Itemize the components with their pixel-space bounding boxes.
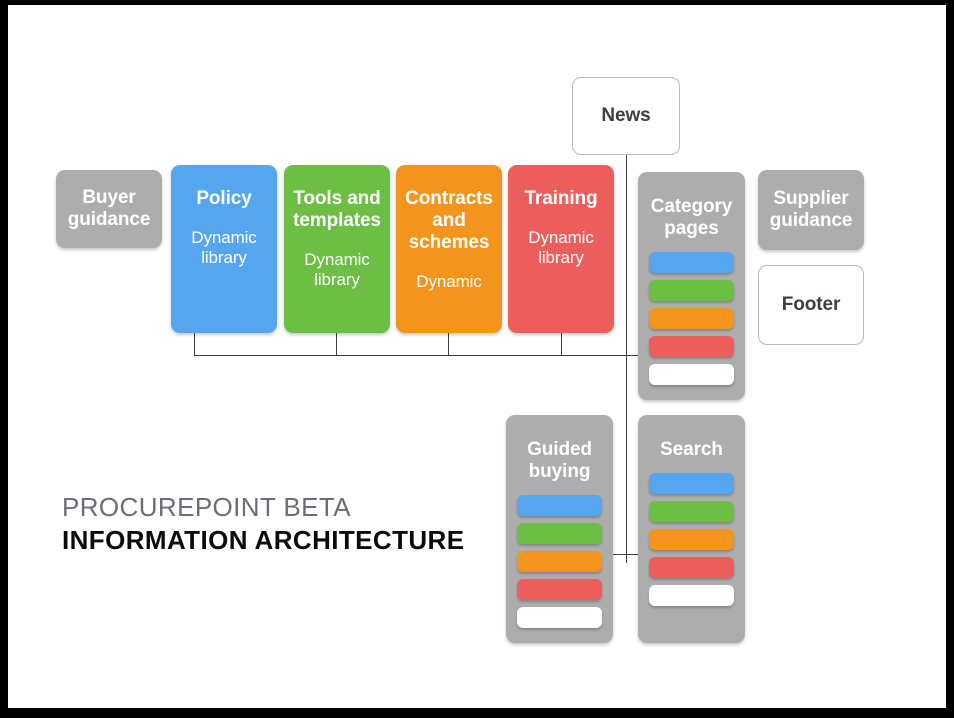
node-training-subtitle: Dynamic library (528, 228, 594, 267)
heading-line-1: PROCUREPOINT BETA (62, 492, 351, 522)
node-search[interactable]: Search (638, 415, 745, 643)
node-buyer-guidance[interactable]: Buyer guidance (56, 170, 162, 248)
category-bar-blue[interactable] (649, 252, 734, 274)
node-tools-and-templates[interactable]: Tools and templates Dynamic library (284, 165, 390, 333)
node-news[interactable]: News (572, 77, 680, 155)
node-tools-and-templates-title: Tools and templates (293, 188, 381, 232)
node-supplier-guidance[interactable]: Supplier guidance (758, 170, 864, 250)
search-bar-blue[interactable] (649, 473, 734, 495)
node-footer[interactable]: Footer (758, 265, 864, 345)
connector-top-bus (194, 355, 628, 356)
node-contracts-and-schemes-subtitle: Dynamic (416, 272, 482, 292)
category-bar-white[interactable] (649, 364, 734, 386)
connector-drop-contracts (448, 333, 449, 355)
search-bar-orange[interactable] (649, 529, 734, 551)
heading-line-2: INFORMATION ARCHITECTURE (62, 525, 465, 556)
node-policy-subtitle: Dynamic library (191, 228, 257, 267)
node-category-pages[interactable]: Category pages (638, 172, 745, 400)
node-tools-and-templates-subtitle: Dynamic library (304, 250, 370, 289)
node-contracts-and-schemes-title: Contracts and schemes (405, 188, 493, 254)
node-buyer-guidance-title: Buyer guidance (67, 186, 151, 230)
search-bar-white[interactable] (649, 585, 734, 607)
node-search-title: Search (660, 439, 723, 460)
search-bar-red[interactable] (649, 557, 734, 579)
node-category-pages-title: Category pages (650, 196, 733, 240)
node-policy-title: Policy (196, 188, 252, 209)
connector-drop-policy (194, 333, 195, 355)
node-training[interactable]: Training Dynamic library (508, 165, 614, 333)
category-pages-bars (638, 252, 745, 386)
search-bars (638, 473, 745, 607)
node-policy[interactable]: Policy Dynamic library (171, 165, 277, 333)
category-bar-red[interactable] (649, 336, 734, 358)
connector-main-trunk (626, 155, 627, 563)
diagram-heading: PROCUREPOINT BETA INFORMATION ARCHITECTU… (62, 491, 542, 558)
node-footer-title: Footer (781, 293, 841, 315)
node-supplier-guidance-title: Supplier guidance (769, 187, 853, 231)
node-contracts-and-schemes[interactable]: Contracts and schemes Dynamic (396, 165, 502, 333)
category-bar-orange[interactable] (649, 308, 734, 330)
guided-buying-bar-red[interactable] (517, 579, 602, 601)
category-bar-green[interactable] (649, 280, 734, 302)
connector-drop-tools (336, 333, 337, 355)
node-news-title: News (601, 104, 651, 126)
node-guided-buying-title: Guided buying (527, 439, 592, 483)
diagram-canvas: Buyer guidance Policy Dynamic library To… (8, 5, 946, 708)
search-bar-green[interactable] (649, 501, 734, 523)
node-training-title: Training (524, 188, 598, 209)
guided-buying-bar-white[interactable] (517, 607, 602, 629)
connector-drop-training (561, 333, 562, 355)
